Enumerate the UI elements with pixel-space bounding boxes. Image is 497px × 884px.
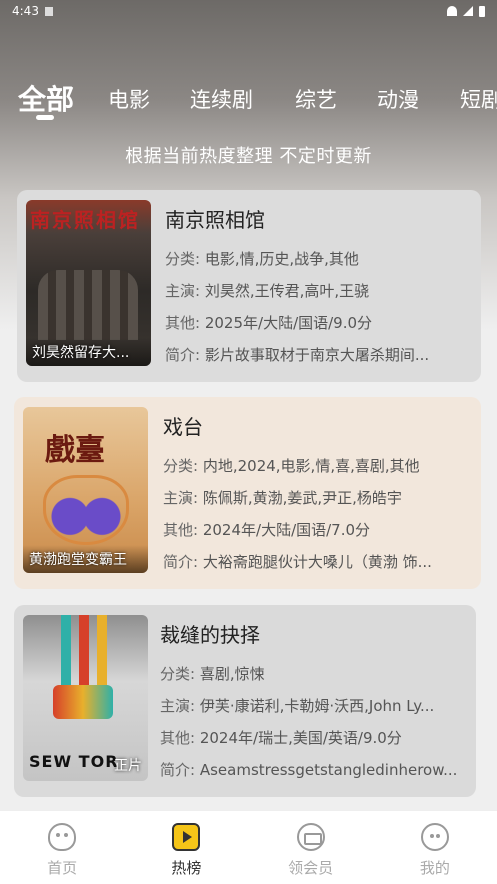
movie-info: 戏台 分类: 内地,2024,电影,情,喜,喜剧,其他 主演: 陈佩斯,黄渤,姜… <box>163 411 469 578</box>
status-time: 4:43 <box>12 4 39 18</box>
other-label: 其他: <box>160 729 196 747</box>
intro-label: 简介: <box>165 346 201 364</box>
home-icon <box>48 823 77 851</box>
battery-icon <box>479 5 485 17</box>
tab-short-drama[interactable]: 短剧 <box>460 84 497 114</box>
category-tabs: 全部 电影 连续剧 综艺 动漫 短剧 <box>0 72 497 132</box>
nav-vip[interactable]: 领会员 <box>266 811 356 884</box>
movie-other-row: 其他: 2024年/瑞士,美国/英语/9.0分 <box>160 722 464 754</box>
movie-card[interactable]: SEW TOR 正片 裁缝的抉择 分类: 喜剧,惊悚 主演: 伊芙·康诺利,卡勒… <box>14 605 476 797</box>
movie-intro: 大裕斋跑腿伙计大嗓儿（黄渤 饰... <box>202 553 432 571</box>
nav-hot-list-label: 热榜 <box>171 859 202 877</box>
other-label: 其他: <box>165 314 201 332</box>
poster-art-shape <box>43 475 129 545</box>
movie-cast-row: 主演: 伊芙·康诺利,卡勒姆·沃西,John Ly... <box>160 690 464 722</box>
nav-vip-label: 领会员 <box>288 859 334 877</box>
movie-intro: Aseamstressgetstangledinherow... <box>199 761 458 779</box>
movie-category-row: 分类: 喜剧,惊悚 <box>160 658 464 690</box>
movie-intro-row: 简介: Aseamstressgetstangledinherow... <box>160 754 464 786</box>
bottom-nav: 首页 热榜 领会员 我的 <box>0 810 497 884</box>
poster-title-art: 戲臺 <box>45 433 105 468</box>
movie-cast: 陈佩斯,黄渤,姜武,尹正,杨皓宇 <box>202 489 402 507</box>
movie-category-row: 分类: 电影,情,历史,战争,其他 <box>165 243 469 275</box>
movie-category-row: 分类: 内地,2024,电影,情,喜,喜剧,其他 <box>163 450 469 482</box>
movie-info: 裁缝的抉择 分类: 喜剧,惊悚 主演: 伊芙·康诺利,卡勒姆·沃西,John L… <box>160 619 464 786</box>
tab-all[interactable]: 全部 <box>18 78 74 118</box>
movie-info: 南京照相馆 分类: 电影,情,历史,战争,其他 主演: 刘昊然,王传君,高叶,王… <box>165 204 469 371</box>
nav-home-label: 首页 <box>47 859 78 877</box>
other-label: 其他: <box>163 521 199 539</box>
nav-hot-list[interactable]: 热榜 <box>141 811 231 884</box>
poster-caption: 正片 <box>114 758 142 774</box>
status-bar: 4:43 <box>0 0 497 22</box>
poster-caption: 刘昊然留存大... <box>26 338 151 366</box>
tab-indicator <box>36 115 54 120</box>
movie-intro: 影片故事取材于南京大屠杀期间... <box>204 346 430 364</box>
tab-anime[interactable]: 动漫 <box>377 84 419 114</box>
movie-other-row: 其他: 2025年/大陆/国语/9.0分 <box>165 307 469 339</box>
hot-list-icon <box>172 823 201 851</box>
movie-title: 裁缝的抉择 <box>160 623 260 647</box>
category-label: 分类: <box>163 457 199 475</box>
nav-profile-label: 我的 <box>419 859 450 877</box>
poster-caption: 黄渤跑堂变霸王 <box>23 545 148 573</box>
nav-home[interactable]: 首页 <box>17 811 107 884</box>
nav-profile[interactable]: 我的 <box>390 811 480 884</box>
category-label: 分类: <box>160 665 196 683</box>
movie-card[interactable]: 戲臺 黄渤跑堂变霸王 戏台 分类: 内地,2024,电影,情,喜,喜剧,其他 主… <box>14 397 481 589</box>
movie-other: 2024年/瑞士,美国/英语/9.0分 <box>199 729 402 747</box>
poster-title-art: 南京照相馆 <box>30 208 140 232</box>
signal-icon <box>463 6 473 16</box>
movie-cast-row: 主演: 刘昊然,王传君,高叶,王骁 <box>165 275 469 307</box>
movie-card[interactable]: 南京照相馆 刘昊然留存大... 南京照相馆 分类: 电影,情,历史,战争,其他 … <box>17 190 481 382</box>
tab-series[interactable]: 连续剧 <box>190 84 253 114</box>
cast-label: 主演: <box>160 697 196 715</box>
movie-title: 南京照相馆 <box>165 208 265 232</box>
movie-poster: 南京照相馆 刘昊然留存大... <box>26 200 151 366</box>
movie-other: 2025年/大陆/国语/9.0分 <box>204 314 373 332</box>
sim-icon <box>44 6 53 16</box>
movie-category: 内地,2024,电影,情,喜,喜剧,其他 <box>202 457 420 475</box>
wifi-icon <box>447 6 457 16</box>
tab-variety[interactable]: 综艺 <box>295 84 337 114</box>
movie-title: 戏台 <box>163 415 203 439</box>
movie-intro-row: 简介: 影片故事取材于南京大屠杀期间... <box>165 339 469 371</box>
movie-other: 2024年/大陆/国语/7.0分 <box>202 521 371 539</box>
movie-poster: 戲臺 黄渤跑堂变霸王 <box>23 407 148 573</box>
movie-category: 喜剧,惊悚 <box>199 665 265 683</box>
tab-movie[interactable]: 电影 <box>108 84 150 114</box>
intro-label: 简介: <box>163 553 199 571</box>
movie-cast: 刘昊然,王传君,高叶,王骁 <box>204 282 370 300</box>
category-label: 分类: <box>165 250 201 268</box>
vip-icon <box>296 823 325 851</box>
poster-title-art: SEW TOR <box>29 752 119 771</box>
movie-cast: 伊芙·康诺利,卡勒姆·沃西,John Ly... <box>199 697 435 715</box>
page-subtitle: 根据当前热度整理 不定时更新 <box>125 146 372 167</box>
movie-cast-row: 主演: 陈佩斯,黄渤,姜武,尹正,杨皓宇 <box>163 482 469 514</box>
movie-category: 电影,情,历史,战争,其他 <box>204 250 359 268</box>
cast-label: 主演: <box>163 489 199 507</box>
cast-label: 主演: <box>165 282 201 300</box>
movie-intro-row: 简介: 大裕斋跑腿伙计大嗓儿（黄渤 饰... <box>163 546 469 578</box>
movie-other-row: 其他: 2024年/大陆/国语/7.0分 <box>163 514 469 546</box>
profile-icon <box>420 823 449 851</box>
poster-gun-art <box>53 685 113 719</box>
intro-label: 简介: <box>160 761 196 779</box>
movie-poster: SEW TOR 正片 <box>23 615 148 781</box>
poster-figures <box>38 270 138 340</box>
